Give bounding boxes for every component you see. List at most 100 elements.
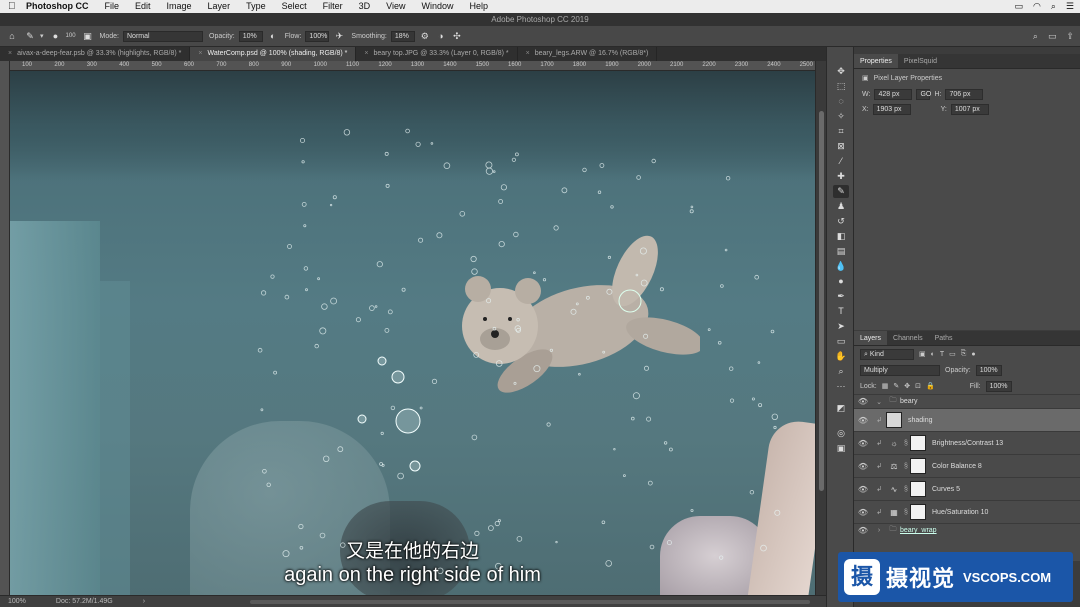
close-icon[interactable]: ×: [8, 50, 12, 57]
kind-filter[interactable]: ⌕ Kind: [860, 348, 914, 360]
move-tool-icon[interactable]: ✥: [833, 65, 849, 78]
menu-list-icon[interactable]: ☰: [1066, 0, 1074, 13]
eye-icon[interactable]: 👁: [854, 526, 872, 535]
apple-icon[interactable]: : [8, 1, 22, 12]
lock-artboard-icon[interactable]: ⊡: [915, 382, 921, 390]
layer-opacity-field[interactable]: 100%: [975, 364, 1002, 376]
lasso-tool-icon[interactable]: ◌: [833, 95, 849, 108]
brush-panel-icon[interactable]: ▣: [82, 30, 94, 42]
menu-view[interactable]: View: [378, 0, 413, 13]
chevron-right-icon[interactable]: ›: [143, 598, 145, 605]
tab-aivax[interactable]: × aivax-a-deep-fear.psb @ 33.3% (highligh…: [0, 47, 191, 61]
tab-properties[interactable]: Properties: [854, 54, 898, 68]
marquee-tool-icon[interactable]: ⬚: [833, 80, 849, 93]
vertical-scrollbar[interactable]: [815, 61, 826, 595]
flow-field[interactable]: 100%: [305, 30, 330, 42]
screen-icon[interactable]: ▭: [1015, 0, 1024, 13]
horizontal-scrollbar[interactable]: [250, 600, 810, 604]
eye-icon[interactable]: 👁: [854, 397, 872, 406]
pressure-opacity-icon[interactable]: ◐: [267, 30, 279, 42]
layer-row-hue-saturation[interactable]: 👁 ↲ ▦ § Hue/Saturation 10: [854, 500, 1080, 523]
color-swatches-icon[interactable]: ◩: [833, 402, 849, 415]
tab-watercomp[interactable]: × WaterComp.psd @ 100% (shading, RGB/8) *: [190, 47, 357, 61]
gradient-icon[interactable]: ▤: [833, 245, 849, 258]
opacity-field[interactable]: 10%: [238, 30, 263, 42]
pressure-size-icon[interactable]: ◑: [435, 30, 447, 42]
blur-tool-icon[interactable]: 💧: [833, 260, 849, 273]
stamp-tool-icon[interactable]: ♟: [833, 200, 849, 213]
chevron-right-icon[interactable]: ›: [872, 527, 886, 534]
screen-mode-icon[interactable]: ▣: [833, 442, 849, 455]
blend-mode-select[interactable]: Multiply: [860, 364, 940, 376]
layer-group-beary-wrap[interactable]: 👁 › 🗀 beary_wrap: [854, 523, 1080, 537]
lock-all-icon[interactable]: 🔒: [926, 382, 935, 390]
filter-toggle-icon[interactable]: ●: [971, 351, 975, 358]
layer-row-shading[interactable]: 👁 ↲ shading: [854, 408, 1080, 431]
eyedropper-icon[interactable]: ⁄: [833, 155, 849, 168]
workspace-icon[interactable]: ▭: [1048, 31, 1057, 42]
x-field[interactable]: 1903 px: [872, 104, 911, 115]
dodge-tool-icon[interactable]: ●: [833, 275, 849, 288]
menu-image[interactable]: Image: [159, 0, 200, 13]
doc-size[interactable]: Doc: 57.2M/1.49G: [56, 598, 113, 605]
quick-mask-icon[interactable]: ◎: [833, 427, 849, 440]
brush-preset-icon[interactable]: ●: [50, 30, 62, 42]
ruler-vertical[interactable]: [0, 61, 10, 595]
menu-window[interactable]: Window: [413, 0, 461, 13]
eraser-icon[interactable]: ◧: [833, 230, 849, 243]
close-icon[interactable]: ×: [364, 50, 368, 57]
menu-type[interactable]: Type: [238, 0, 274, 13]
tab-pixelsquid[interactable]: PixelSquid: [898, 54, 943, 68]
brush-tool-icon[interactable]: ✎: [833, 185, 849, 198]
eye-icon[interactable]: 👁: [854, 462, 872, 471]
layer-row-brightness[interactable]: 👁 ↲ ☼ § Brightness/Contrast 13: [854, 431, 1080, 454]
frame-tool-icon[interactable]: ⊠: [833, 140, 849, 153]
menu-edit[interactable]: Edit: [127, 0, 159, 13]
history-brush-icon[interactable]: ↺: [833, 215, 849, 228]
menu-layer[interactable]: Layer: [200, 0, 239, 13]
menu-help[interactable]: Help: [461, 0, 496, 13]
pen-tool-icon[interactable]: ✒: [833, 290, 849, 303]
width-field[interactable]: 428 px: [874, 89, 913, 100]
lock-transparent-icon[interactable]: ▦: [882, 382, 889, 390]
mode-select[interactable]: Normal: [123, 30, 203, 42]
filter-type-icon[interactable]: T: [940, 351, 944, 358]
tab-beary-top[interactable]: × beary top.JPG @ 33.3% (Layer 0, RGB/8) …: [356, 47, 518, 61]
filter-smart-icon[interactable]: ⎘: [961, 350, 967, 358]
lock-position-icon[interactable]: ✥: [904, 382, 910, 390]
close-icon[interactable]: ×: [526, 50, 530, 57]
eye-icon[interactable]: 👁: [854, 439, 872, 448]
quick-select-icon[interactable]: ✧: [833, 110, 849, 123]
search-icon[interactable]: ⌕: [1033, 31, 1038, 42]
fill-field[interactable]: 100%: [985, 380, 1012, 392]
eye-icon[interactable]: 👁: [854, 416, 872, 425]
scroll-thumb[interactable]: [819, 111, 824, 491]
tab-layers[interactable]: Layers: [854, 331, 888, 345]
zoom-level[interactable]: 100%: [8, 598, 26, 605]
ruler-horizontal[interactable]: 100 200 300 400 500 600 700 800 900 1000 1100 1200 1…: [10, 61, 815, 71]
symmetry-icon[interactable]: ✣: [451, 30, 463, 42]
filter-pixel-icon[interactable]: ▣: [919, 350, 926, 358]
hand-tool-icon[interactable]: ✋: [833, 350, 849, 363]
brush-tool-icon[interactable]: ✎: [24, 30, 36, 42]
menu-select[interactable]: Select: [274, 0, 315, 13]
zoom-tool-icon[interactable]: ⌕: [833, 365, 849, 378]
document-canvas[interactable]: [10, 71, 815, 595]
eye-icon[interactable]: 👁: [854, 508, 872, 517]
link-button[interactable]: GO: [916, 89, 931, 100]
filter-shape-icon[interactable]: ▭: [949, 350, 956, 358]
search-icon[interactable]: ⌕: [1051, 0, 1056, 13]
type-tool-icon[interactable]: T: [833, 305, 849, 318]
menu-3d[interactable]: 3D: [351, 0, 379, 13]
tab-paths[interactable]: Paths: [929, 331, 959, 345]
tab-beary-legs[interactable]: × beary_legs.ARW @ 16.7% (RGB/8*): [518, 47, 658, 61]
shape-tool-icon[interactable]: ▭: [833, 335, 849, 348]
menu-filter[interactable]: Filter: [315, 0, 351, 13]
airbrush-icon[interactable]: ✈: [333, 30, 345, 42]
chevron-down-icon[interactable]: ⌄: [872, 398, 886, 406]
menu-app[interactable]: Photoshop CC: [22, 0, 97, 13]
smoothing-field[interactable]: 18%: [390, 30, 415, 42]
healing-brush-icon[interactable]: ✚: [833, 170, 849, 183]
wifi-icon[interactable]: ◠: [1033, 0, 1041, 13]
gear-icon[interactable]: ⚙: [419, 30, 431, 42]
